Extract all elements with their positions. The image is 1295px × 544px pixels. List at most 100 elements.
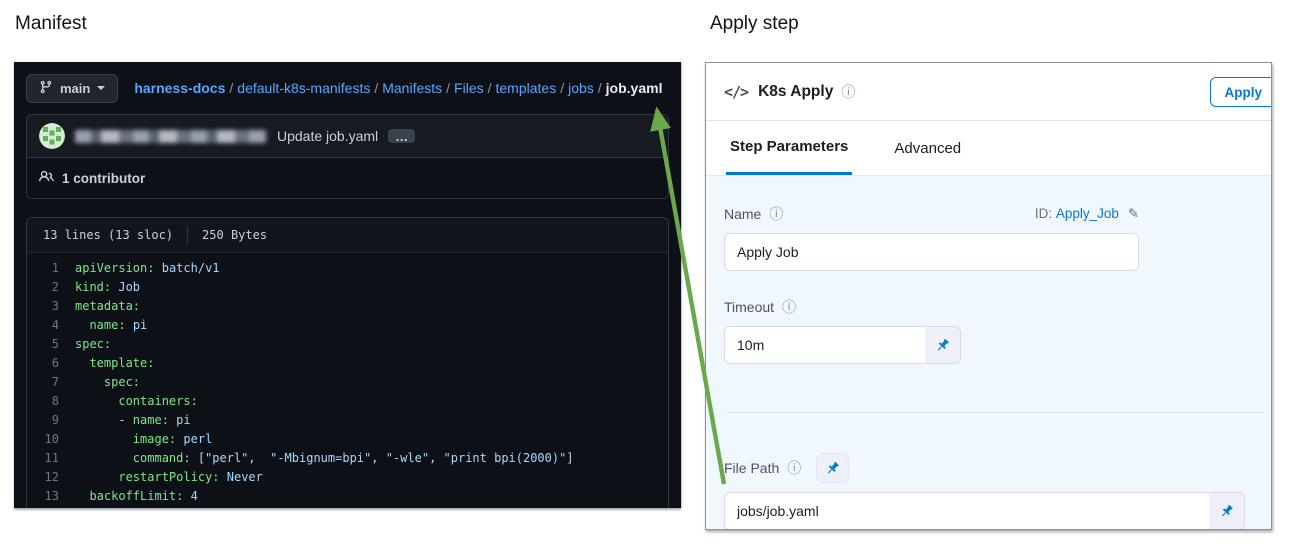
code-token: name:	[133, 411, 169, 430]
code-token: "-Mbignum=bpi"	[270, 449, 371, 468]
breadcrumb-separator: /	[488, 80, 492, 96]
code-line: 4 name: pi	[27, 316, 668, 335]
file-lines-count: 13 lines (13 sloc)	[43, 228, 173, 242]
people-icon	[39, 169, 54, 187]
line-number[interactable]: 10	[27, 430, 75, 449]
code-token: spec:	[104, 373, 140, 392]
code-token: Job	[118, 278, 140, 297]
line-number[interactable]: 3	[27, 297, 75, 316]
step-id-wrap: ID: Apply_Job ✎	[1035, 206, 1139, 222]
filepath-label-wrap: File Path ⓘ	[724, 458, 801, 478]
line-number[interactable]: 7	[27, 373, 75, 392]
tab-advanced[interactable]: Advanced	[890, 121, 965, 175]
id-value-link[interactable]: Apply_Job	[1056, 206, 1119, 221]
code-token	[169, 411, 176, 430]
step-title: K8s Apply	[758, 83, 833, 101]
code-token: spec:	[75, 335, 111, 354]
code-token: 4	[191, 487, 198, 506]
name-label: Name	[724, 206, 761, 222]
breadcrumb-separator: /	[598, 80, 602, 96]
code-token: pi	[176, 411, 190, 430]
k8s-apply-step-panel: </> K8s Apply ⓘ Apply Step Parameters Ad…	[705, 62, 1272, 530]
code-token	[220, 468, 227, 487]
git-branch-icon	[39, 80, 53, 97]
commit-author-blurred[interactable]	[75, 130, 267, 143]
timeout-label: Timeout	[724, 299, 774, 315]
timeout-input[interactable]	[725, 327, 925, 363]
code-token: [	[191, 449, 205, 468]
code-token: template:	[89, 354, 154, 373]
name-input[interactable]	[724, 233, 1139, 271]
code-token	[75, 430, 133, 449]
code-token	[176, 430, 183, 449]
code-line: 1apiVersion: batch/v1	[27, 259, 668, 278]
breadcrumb-segment-templates[interactable]: templates	[496, 80, 557, 96]
timeout-info-icon[interactable]: ⓘ	[782, 297, 796, 317]
filepath-label: File Path	[724, 460, 779, 476]
file-stats-bar: 13 lines (13 sloc) 250 Bytes	[27, 218, 668, 253]
step-info-icon[interactable]: ⓘ	[841, 82, 855, 102]
code-token	[75, 487, 89, 506]
code-token: ,	[429, 449, 443, 468]
code-token: ,	[248, 449, 270, 468]
line-number[interactable]: 6	[27, 354, 75, 373]
edit-id-pencil-icon[interactable]: ✎	[1128, 206, 1139, 221]
code-token	[75, 316, 89, 335]
tab-step-parameters[interactable]: Step Parameters	[726, 121, 852, 175]
timeout-label-row: Timeout ⓘ	[724, 297, 1251, 317]
chevron-down-icon	[97, 86, 105, 90]
code-token	[111, 278, 118, 297]
line-number[interactable]: 5	[27, 335, 75, 354]
breadcrumb-segment-Files[interactable]: Files	[454, 80, 484, 96]
breadcrumb: harness-docs / default-k8s-manifests / Manif…	[134, 80, 662, 96]
id-label: ID:	[1035, 206, 1052, 221]
breadcrumb-segment-jobs[interactable]: jobs	[568, 80, 594, 96]
branch-selector-button[interactable]: main	[26, 74, 118, 103]
line-number[interactable]: 4	[27, 316, 75, 335]
code-token	[126, 316, 133, 335]
code-token: apiVersion:	[75, 259, 154, 278]
contributors-row[interactable]: 1 contributor	[27, 157, 668, 198]
commit-message[interactable]: Update job.yaml	[277, 128, 378, 144]
filepath-pin-icon[interactable]	[1209, 493, 1244, 529]
code-token: ,	[371, 449, 385, 468]
filepath-pin-toggle[interactable]	[816, 453, 849, 483]
breadcrumb-segment-harness-docs[interactable]: harness-docs	[134, 80, 225, 96]
step-header: </> K8s Apply ⓘ Apply	[706, 63, 1271, 120]
line-number[interactable]: 13	[27, 487, 75, 506]
breadcrumb-separator: /	[560, 80, 564, 96]
code-lines: 1apiVersion: batch/v12kind: Job3metadata…	[27, 253, 668, 508]
file-size: 250 Bytes	[202, 228, 267, 242]
line-number[interactable]: 2	[27, 278, 75, 297]
avatar[interactable]	[39, 123, 65, 149]
file-blob-box: 13 lines (13 sloc) 250 Bytes 1apiVersion…	[26, 217, 669, 508]
code-token: ]	[566, 449, 573, 468]
line-number[interactable]: 9	[27, 411, 75, 430]
apply-changes-button[interactable]: Apply	[1210, 77, 1272, 107]
commit-more-button[interactable]: …	[388, 129, 415, 143]
code-token	[154, 259, 161, 278]
code-token: pi	[133, 316, 147, 335]
code-token: image:	[133, 430, 176, 449]
breadcrumb-segment-default-k8s-manifests[interactable]: default-k8s-manifests	[237, 80, 370, 96]
line-number[interactable]: 12	[27, 468, 75, 487]
manifest-heading: Manifest	[15, 13, 87, 35]
filepath-input[interactable]	[725, 493, 1209, 529]
timeout-input-group	[724, 326, 961, 364]
code-token	[75, 354, 89, 373]
timeout-pin-icon[interactable]	[925, 327, 960, 363]
code-token: Never	[227, 468, 263, 487]
code-line: 3metadata:	[27, 297, 668, 316]
line-number[interactable]: 1	[27, 259, 75, 278]
line-number[interactable]: 11	[27, 449, 75, 468]
filepath-input-group	[724, 492, 1245, 530]
section-divider	[726, 412, 1264, 413]
code-token: name:	[89, 316, 125, 335]
code-line: 13 backoffLimit: 4	[27, 487, 668, 506]
line-number[interactable]: 8	[27, 392, 75, 411]
breadcrumb-segment-Manifests[interactable]: Manifests	[382, 80, 442, 96]
name-info-icon[interactable]: ⓘ	[769, 204, 783, 224]
step-tabs: Step Parameters Advanced	[706, 120, 1271, 176]
filepath-info-icon[interactable]: ⓘ	[787, 458, 801, 478]
stats-divider	[187, 226, 188, 244]
